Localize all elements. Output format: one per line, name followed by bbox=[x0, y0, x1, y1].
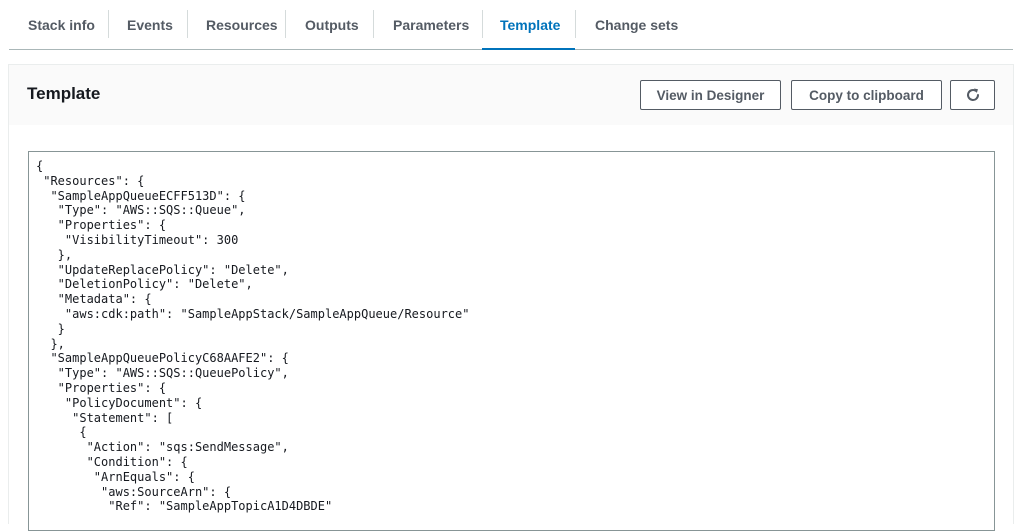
panel-header: Template View in Designer Copy to clipbo… bbox=[9, 65, 1013, 126]
tab-label: Resources bbox=[206, 16, 278, 33]
code-line: "Resources": { bbox=[36, 173, 145, 188]
tab-label: Stack info bbox=[28, 16, 95, 33]
tab-stack-info[interactable]: Stack info bbox=[9, 0, 108, 49]
tab-events[interactable]: Events bbox=[108, 0, 187, 49]
tab-label: Change sets bbox=[595, 16, 679, 33]
tab-parameters[interactable]: Parameters bbox=[373, 0, 482, 49]
tab-label: Parameters bbox=[393, 16, 470, 33]
code-line: { bbox=[36, 425, 87, 440]
tab-outputs[interactable]: Outputs bbox=[285, 0, 373, 49]
view-in-designer-button[interactable]: View in Designer bbox=[640, 80, 781, 110]
code-line: "SampleAppQueuePolicyC68AAFE2": { bbox=[36, 351, 289, 366]
code-line: } bbox=[36, 321, 65, 336]
copy-to-clipboard-button[interactable]: Copy to clipboard bbox=[791, 80, 942, 110]
tab-label: Template bbox=[500, 16, 561, 33]
code-line: "Action": "sqs:SendMessage", bbox=[36, 440, 289, 455]
panel-body: { "Resources": { "SampleAppQueueECFF513D… bbox=[9, 125, 1013, 531]
code-line: "Properties": { bbox=[36, 380, 167, 395]
code-line: "DeletionPolicy": "Delete", bbox=[36, 277, 253, 292]
code-line: "Condition": { bbox=[36, 454, 188, 469]
code-line: }, bbox=[36, 336, 65, 351]
tab-label: Outputs bbox=[305, 16, 359, 33]
code-line: }, bbox=[36, 247, 73, 262]
code-line: "Metadata": { bbox=[36, 292, 152, 307]
code-line: "ArnEquals": { bbox=[36, 469, 195, 484]
code-line: "VisibilityTimeout": 300 bbox=[36, 232, 239, 247]
tab-bar: Stack info Events Resources Outputs Para… bbox=[9, 0, 1013, 50]
refresh-button[interactable] bbox=[950, 80, 995, 110]
code-line: "PolicyDocument": { bbox=[36, 395, 203, 410]
refresh-icon bbox=[966, 88, 979, 101]
code-line: "aws:cdk:path": "SampleAppStack/SampleAp… bbox=[36, 306, 470, 321]
tab-label: Events bbox=[127, 16, 173, 33]
tab-resources[interactable]: Resources bbox=[187, 0, 285, 49]
code-line: "Type": "AWS::SQS::QueuePolicy", bbox=[36, 366, 289, 381]
template-code: { "Resources": { "SampleAppQueueECFF513D… bbox=[29, 152, 994, 514]
code-line: "UpdateReplacePolicy": "Delete", bbox=[36, 262, 289, 277]
panel-title: Template bbox=[27, 84, 101, 103]
template-panel: Template View in Designer Copy to clipbo… bbox=[8, 64, 1014, 531]
code-line: "Statement": [ bbox=[36, 410, 174, 425]
code-line: "aws:SourceArn": { bbox=[36, 484, 232, 499]
code-line: "Properties": { bbox=[36, 218, 167, 233]
tab-template[interactable]: Template bbox=[482, 0, 575, 50]
template-code-viewer[interactable]: { "Resources": { "SampleAppQueueECFF513D… bbox=[28, 151, 995, 531]
code-line: "Type": "AWS::SQS::Queue", bbox=[36, 203, 246, 218]
code-line: { bbox=[36, 159, 44, 173]
code-line: "SampleAppQueueECFF513D": { bbox=[36, 188, 246, 203]
code-line: "Ref": "SampleAppTopicA1D4DBDE" bbox=[36, 499, 333, 514]
tab-change-sets[interactable]: Change sets bbox=[575, 0, 685, 49]
